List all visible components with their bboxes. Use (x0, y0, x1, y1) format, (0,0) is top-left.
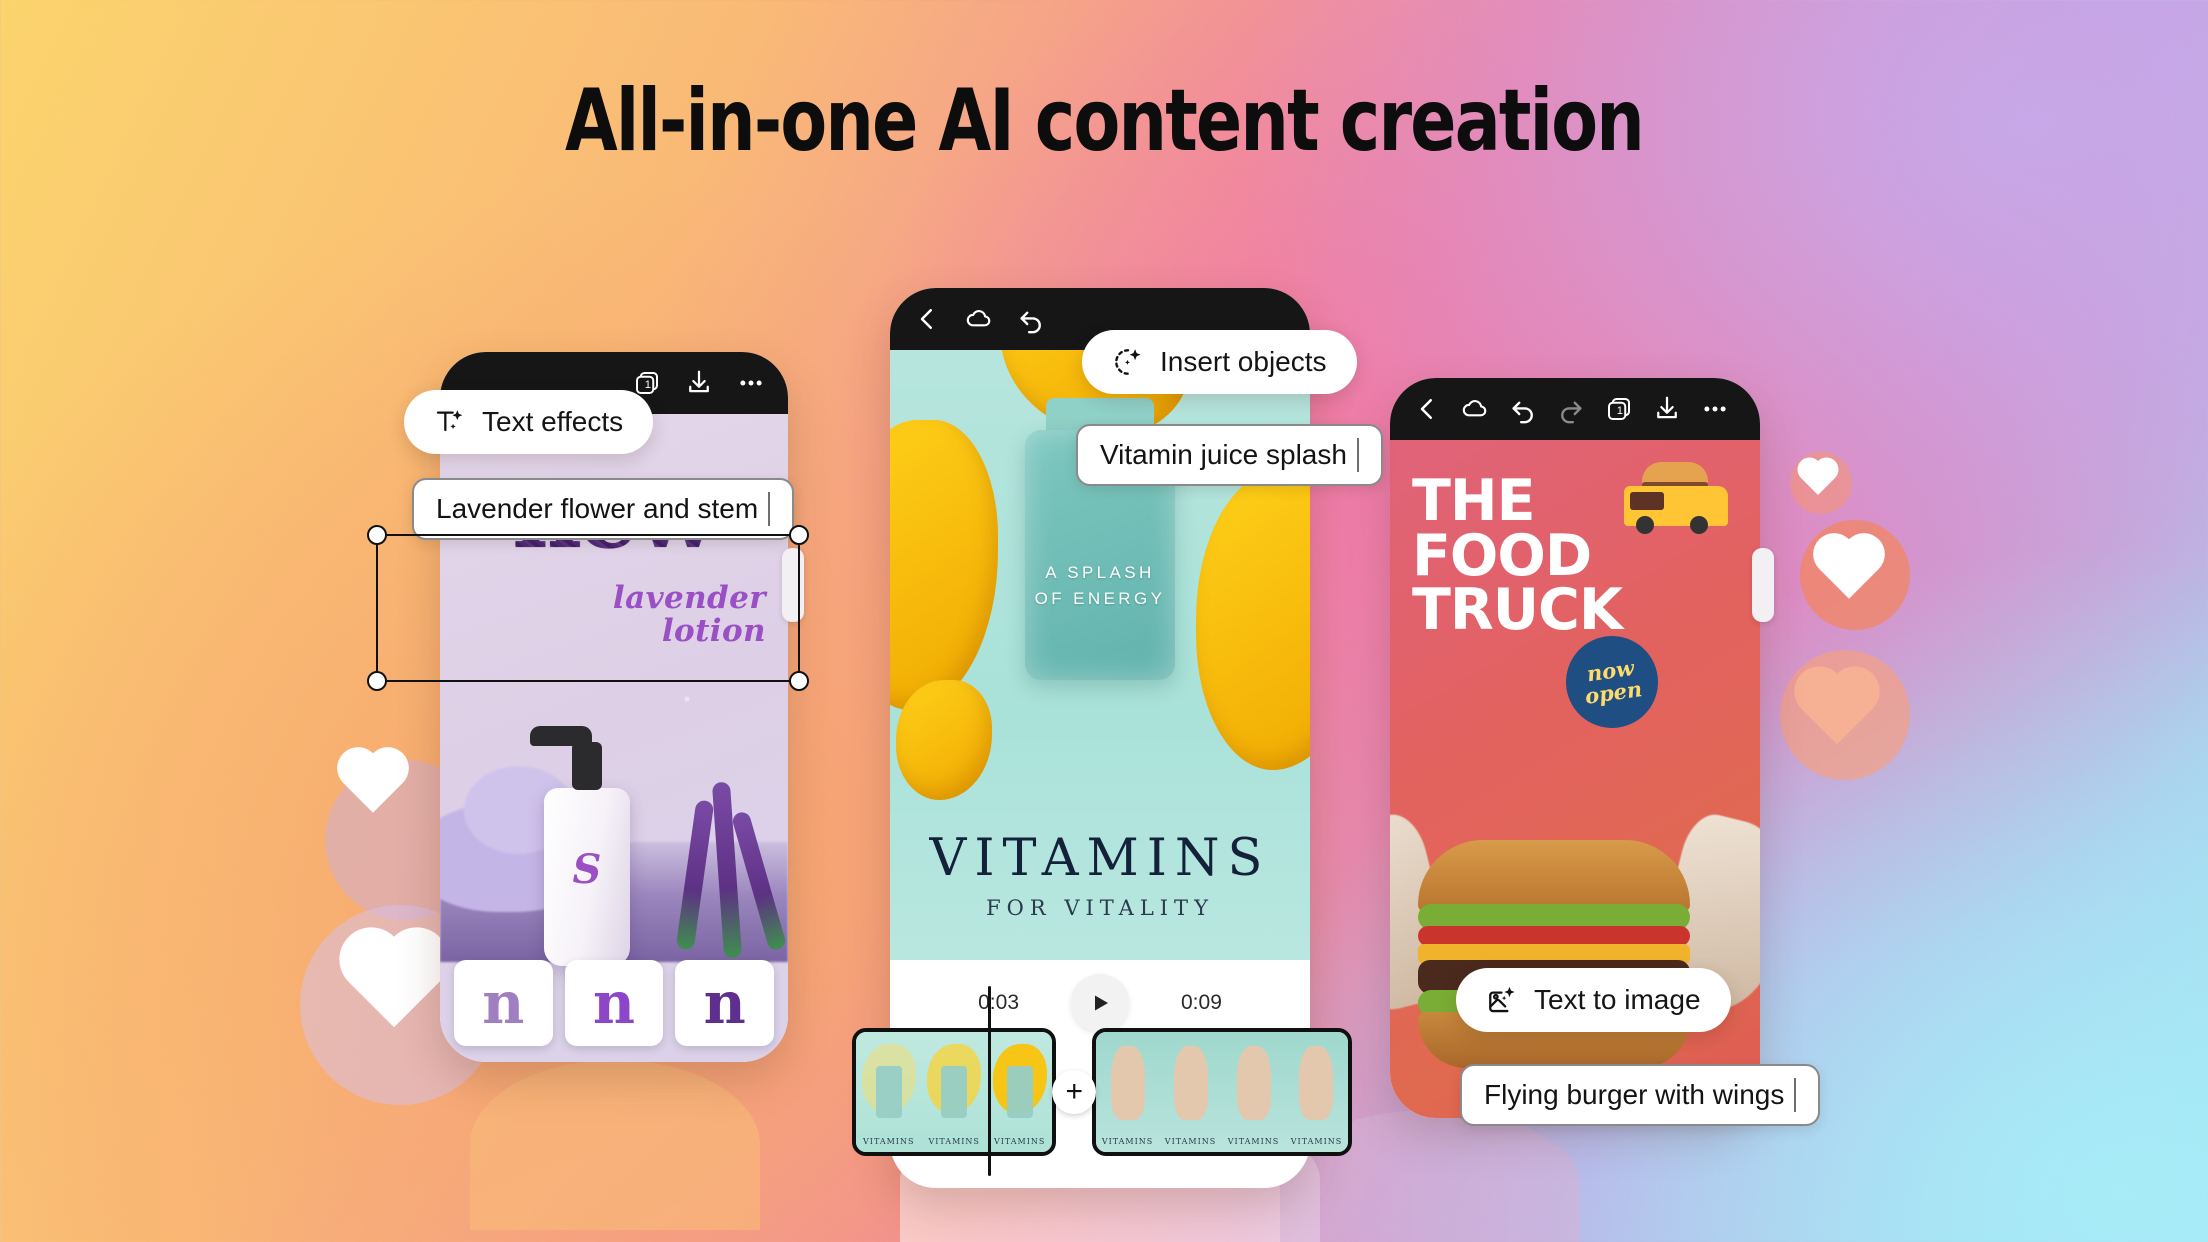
letter-variant-option[interactable]: n (564, 960, 664, 1046)
timeline-clip-dancer[interactable]: VITAMINS VITAMINS VITAMINS VITAMINS (1092, 1028, 1352, 1156)
text-caret (1356, 438, 1359, 472)
play-icon (1095, 995, 1108, 1011)
timeline-clip-vitamin-splash[interactable]: VITAMINS VITAMINS VITAMINS (852, 1028, 1057, 1156)
resize-handle-top-left[interactable] (367, 525, 387, 545)
timeline-frame[interactable]: VITAMINS (1285, 1032, 1348, 1152)
download-icon[interactable] (684, 368, 714, 398)
right-toolbar: 1 (1390, 378, 1760, 440)
right-phone-side-tab[interactable] (1752, 548, 1774, 622)
video-timeline[interactable]: VITAMINS VITAMINS VITAMINS + VITAMINS VI… (852, 1022, 1352, 1162)
frame-caption: VITAMINS (1164, 1137, 1217, 1146)
back-chevron-icon[interactable] (912, 304, 942, 334)
letter-variant-option[interactable]: n (454, 960, 553, 1046)
artwork-title: VITAMINS (929, 829, 1271, 888)
flying-burger-illustration (1390, 808, 1760, 1084)
bottle-logo: S (572, 846, 602, 893)
juice-splash-right (1196, 470, 1310, 770)
frame-caption: VITAMINS (863, 1137, 915, 1146)
artwork-headline: THE FOOD TRUCK (1412, 473, 1623, 639)
prompt-lavender[interactable]: Lavender flower and stem (412, 478, 795, 540)
artwork-kicker-line2: OF ENERGY (1034, 588, 1166, 608)
timeline-frame[interactable]: VITAMINS (1096, 1032, 1160, 1152)
undo-icon[interactable] (1508, 394, 1538, 424)
resize-handle-top-right[interactable] (789, 525, 809, 545)
artwork-kicker: A SPLASH OF ENERGY (890, 560, 1310, 611)
timeline-frame[interactable]: VITAMINS (1222, 1032, 1285, 1152)
frame-caption: VITAMINS (993, 1137, 1046, 1146)
frame-caption: VITAMINS (1101, 1137, 1154, 1146)
resize-handle-bottom-left[interactable] (367, 671, 387, 691)
chip-text-to-image-label: Text to image (1534, 984, 1701, 1015)
lotion-bottle: S (530, 726, 630, 966)
timeline-frame[interactable]: VITAMINS (1159, 1032, 1223, 1152)
more-options-icon[interactable] (736, 368, 766, 398)
pump-neck (572, 742, 602, 790)
total-time-label: 0:09 (1181, 991, 1222, 1014)
prompt-flying-burger-value: Flying burger with wings (1484, 1079, 1785, 1110)
artwork-tagline: FOR VITALITY (986, 896, 1214, 920)
timeline-frame[interactable]: VITAMINS (856, 1032, 922, 1152)
chip-text-to-image[interactable]: Text to image (1456, 968, 1731, 1032)
food-truck-illustration (1616, 462, 1734, 540)
now-open-badge: now open (1560, 630, 1664, 734)
text-caret (1794, 1078, 1797, 1112)
page-title: All-in-one AI content creation (564, 71, 1645, 171)
text-selection-frame[interactable] (367, 525, 809, 691)
artwork-kicker-line1: A SPLASH (1045, 563, 1155, 582)
letter-variant-strip: n n n (440, 948, 788, 1062)
cloud-sync-icon[interactable] (964, 304, 994, 334)
redo-icon[interactable] (1556, 394, 1586, 424)
artwork-headline-line3: TRUCK (1412, 577, 1623, 644)
chip-insert-objects-label: Insert objects (1160, 346, 1327, 377)
letter-variant-option[interactable]: n (675, 960, 775, 1046)
text-effects-icon (434, 406, 466, 438)
current-time-label: 0:03 (978, 991, 1019, 1014)
decor-circle-bottom-left (470, 1060, 760, 1230)
timeline-playhead[interactable] (988, 986, 991, 1176)
back-chevron-icon[interactable] (1412, 394, 1442, 424)
text-caret (768, 492, 771, 526)
text-to-image-icon (1486, 984, 1518, 1016)
prompt-vitamin-splash-value: Vitamin juice splash (1100, 439, 1347, 470)
cloud-sync-icon[interactable] (1460, 394, 1490, 424)
resize-handle-bottom-right[interactable] (789, 671, 809, 691)
timeline-frame[interactable]: VITAMINS (921, 1032, 987, 1152)
prompt-vitamin-splash[interactable]: Vitamin juice splash (1076, 424, 1383, 486)
phone-mockup-left: 1 new lavender lotion (440, 352, 788, 1062)
undo-icon[interactable] (1016, 304, 1046, 334)
chip-insert-objects[interactable]: Insert objects (1082, 330, 1357, 394)
svg-text:1: 1 (645, 379, 651, 391)
add-clip-button[interactable]: + (1052, 1070, 1097, 1114)
frame-caption: VITAMINS (928, 1137, 980, 1146)
frame-caption: VITAMINS (1227, 1137, 1280, 1146)
svg-text:1: 1 (1617, 405, 1623, 417)
timeline-frame[interactable]: VITAMINS (986, 1032, 1053, 1152)
chip-text-effects-label: Text effects (482, 406, 624, 437)
chip-text-effects[interactable]: Text effects (404, 390, 654, 454)
download-icon[interactable] (1652, 394, 1682, 424)
juice-splash-bottom-left (896, 680, 992, 800)
insert-objects-icon (1112, 346, 1144, 378)
prompt-flying-burger[interactable]: Flying burger with wings (1460, 1064, 1821, 1126)
prompt-lavender-value: Lavender flower and stem (436, 493, 759, 524)
layers-icon[interactable]: 1 (1604, 394, 1634, 424)
frame-caption: VITAMINS (1290, 1137, 1343, 1146)
more-options-icon[interactable] (1700, 394, 1730, 424)
